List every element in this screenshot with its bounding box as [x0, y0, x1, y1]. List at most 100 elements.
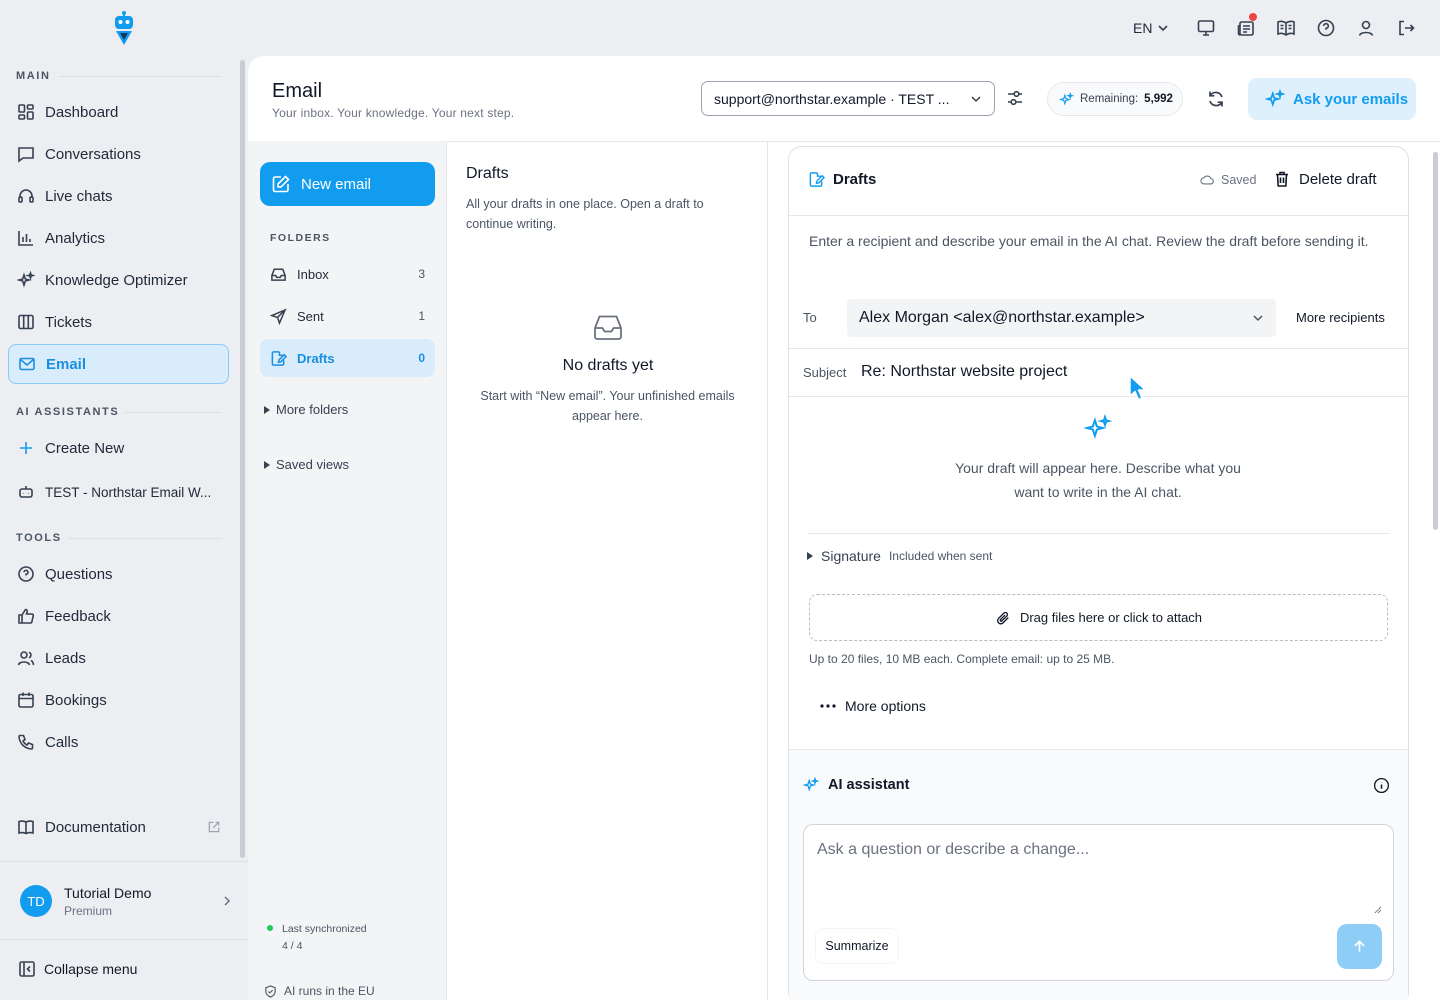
refresh-button[interactable]: [1206, 89, 1226, 109]
collapse-sidebar-icon: [19, 961, 35, 977]
sidebar-item-feedback[interactable]: Feedback: [8, 597, 229, 635]
saved-label: Saved: [1221, 173, 1257, 187]
signature-label: Signature: [821, 548, 881, 564]
folder-inbox[interactable]: Inbox 3: [260, 255, 435, 293]
subject-input[interactable]: Re: Northstar website project: [861, 363, 1067, 381]
remaining-value: 5,992: [1144, 93, 1173, 105]
folder-drafts[interactable]: Drafts 0: [260, 339, 435, 377]
sparkle-icon: [1265, 89, 1285, 108]
user-icon: [1358, 20, 1374, 36]
paperclip-icon: [996, 611, 1009, 624]
sync-label: Last synchronized: [282, 923, 367, 935]
summarize-button[interactable]: Summarize: [816, 929, 898, 963]
logout-button[interactable]: [1396, 18, 1416, 38]
more-folders-toggle[interactable]: More folders: [264, 402, 348, 417]
caret-right-icon: [264, 460, 270, 469]
signature-toggle[interactable]: Signature Included when sent: [807, 548, 992, 564]
new-email-label: New email: [301, 175, 372, 193]
chevron-right-icon: [224, 896, 231, 906]
profile-button[interactable]: [1356, 18, 1376, 38]
send-message-button[interactable]: [1337, 924, 1382, 969]
sidebar-item-bookings[interactable]: Bookings: [8, 681, 229, 719]
drafts-list-title: Drafts: [466, 165, 509, 182]
sidebar-item-label: Dashboard: [45, 103, 119, 121]
sidebar-item-calls[interactable]: Calls: [8, 723, 229, 761]
sync-status-dot: [267, 925, 273, 931]
sidebar-scrollbar[interactable]: [240, 60, 245, 858]
sidebar-item-conversations[interactable]: Conversations: [8, 135, 229, 173]
sidebar-item-dashboard[interactable]: Dashboard: [8, 93, 229, 131]
remaining-label: Remaining:: [1080, 93, 1139, 105]
sidebar-item-assistant[interactable]: TEST - Northstar Email W...: [8, 473, 229, 511]
sidebar-item-create-new[interactable]: Create New: [8, 429, 229, 467]
ai-chat-input[interactable]: Ask a question or describe a change... S…: [803, 824, 1394, 981]
monitor-button[interactable]: [1196, 18, 1216, 38]
avatar-initials: TD: [27, 893, 45, 909]
ai-eu-label: AI runs in the EU: [284, 984, 375, 998]
ai-info-button[interactable]: [1373, 777, 1390, 794]
sidebar-item-email[interactable]: Email: [8, 344, 229, 384]
help-button[interactable]: [1316, 18, 1336, 38]
robot-logo-icon: [115, 11, 133, 45]
folder-label: Sent: [297, 308, 324, 324]
notification-dot: [1249, 13, 1257, 21]
collapse-menu-button[interactable]: Collapse menu: [18, 960, 137, 978]
ai-eu-notice: AI runs in the EU: [264, 984, 375, 998]
language-label: EN: [1133, 20, 1153, 36]
user-plan: Premium: [64, 903, 113, 918]
to-recipient-field[interactable]: Alex Morgan <alex@northstar.example>: [847, 299, 1276, 337]
more-options-button[interactable]: More options: [820, 698, 926, 714]
divider: [767, 142, 768, 1000]
sidebar-item-label: Bookings: [45, 691, 107, 709]
summarize-label: Summarize: [825, 939, 889, 953]
chevron-down-icon: [1158, 25, 1169, 32]
new-email-button[interactable]: New email: [260, 162, 435, 206]
news-button[interactable]: [1236, 13, 1257, 38]
folder-sent[interactable]: Sent 1: [260, 297, 435, 335]
divider: [807, 533, 1390, 534]
sidebar-item-tickets[interactable]: Tickets: [8, 303, 229, 341]
question-circle-icon: [1317, 19, 1335, 37]
compose-icon: [272, 175, 290, 193]
filters-button[interactable]: [1005, 88, 1025, 108]
sidebar-item-knowledge-optimizer[interactable]: Knowledge Optimizer: [8, 261, 229, 299]
folders-heading: FOLDERS: [270, 232, 331, 244]
to-label: To: [803, 310, 817, 325]
empty-state-title: No drafts yet: [562, 357, 654, 374]
attachment-limits: Up to 20 files, 10 MB each. Complete ema…: [809, 652, 1115, 666]
book-open-icon: [1277, 20, 1295, 36]
sidebar-item-label: Knowledge Optimizer: [45, 271, 188, 289]
saved-views-toggle[interactable]: Saved views: [264, 457, 349, 472]
divider: [58, 76, 222, 77]
resize-handle-icon[interactable]: [1373, 905, 1382, 914]
sidebar-item-live-chats[interactable]: Live chats: [8, 177, 229, 215]
language-selector[interactable]: EN: [1133, 20, 1169, 36]
sidebar-item-leads[interactable]: Leads: [8, 639, 229, 677]
sidebar-item-analytics[interactable]: Analytics: [8, 219, 229, 257]
delete-draft-button[interactable]: Delete draft: [1273, 170, 1377, 188]
more-recipients-button[interactable]: More recipients: [1296, 310, 1385, 325]
app-logo[interactable]: [110, 10, 138, 46]
ask-emails-button[interactable]: Ask your emails: [1248, 78, 1416, 120]
account-select[interactable]: support@northstar.example · TEST ...: [701, 81, 995, 116]
section-ai-heading: AI ASSISTANTS: [16, 406, 120, 418]
sidebar-item-documentation[interactable]: Documentation: [8, 808, 229, 846]
external-link-icon: [208, 821, 220, 833]
sparkle-icon: [17, 271, 35, 288]
editor-instructions: Enter a recipient and describe your emai…: [809, 233, 1369, 249]
more-horizontal-icon: [820, 704, 836, 708]
guide-button[interactable]: [1276, 18, 1296, 38]
sidebar-item-label: Tickets: [45, 313, 92, 331]
sidebar-item-label: Calls: [45, 733, 79, 751]
users-icon: [17, 651, 35, 666]
user-profile-card[interactable]: TD Tutorial Demo Premium: [8, 874, 236, 928]
sidebar-item-label: Questions: [45, 565, 113, 583]
editor-scrollbar[interactable]: [1433, 152, 1438, 530]
attachment-dropzone[interactable]: Drag files here or click to attach: [809, 594, 1388, 641]
sidebar-item-questions[interactable]: Questions: [8, 555, 229, 593]
section-main-heading: MAIN: [16, 70, 51, 82]
sparkle-icon: [1059, 91, 1074, 106]
chevron-down-icon: [971, 95, 981, 102]
editor-header: Drafts: [808, 171, 876, 188]
info-icon: [1373, 777, 1390, 794]
